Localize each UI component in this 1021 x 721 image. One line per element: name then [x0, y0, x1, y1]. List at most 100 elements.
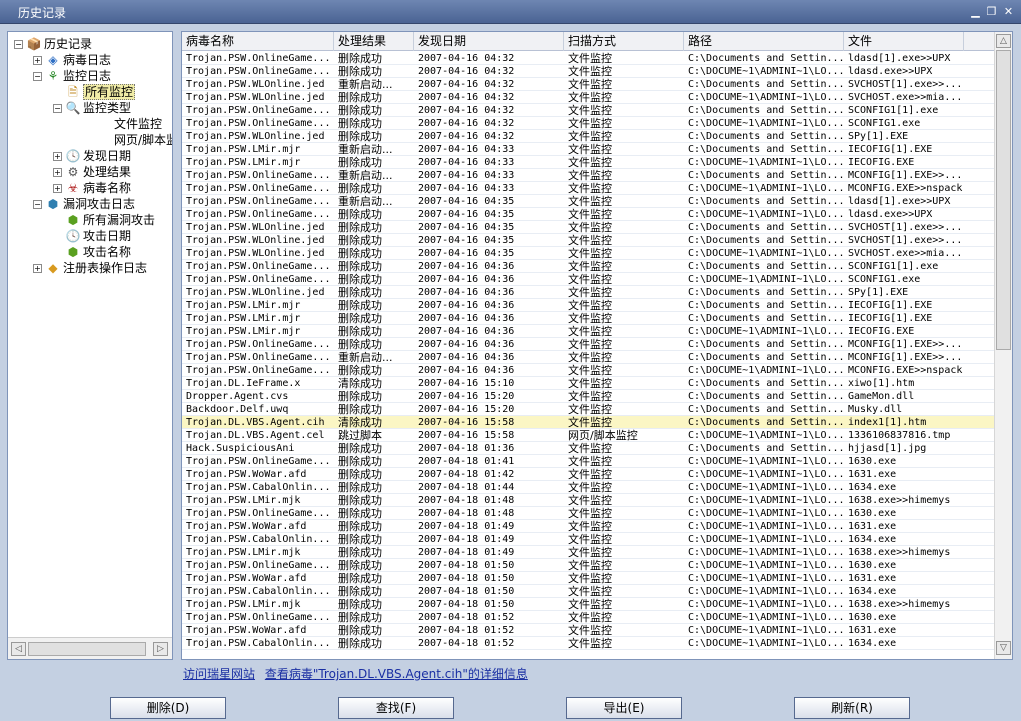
delete-button[interactable]: 删除(D) — [110, 697, 226, 719]
table-row[interactable]: Trojan.PSW.WLOnline.jed 删除成功 2007-04-16 04… — [182, 234, 994, 247]
table-row[interactable]: Trojan.PSW.OnlineGame... 删除成功 2007-04-18 0… — [182, 507, 994, 520]
table-row[interactable]: Trojan.PSW.WLOnline.jed 重新启动... 2007-04-16… — [182, 78, 994, 91]
tree-node[interactable]: + ☣ 病毒名称 — [8, 180, 172, 196]
cell-virus-name: Trojan.PSW.OnlineGame... — [186, 456, 331, 467]
cell-path: C:\DOCUME~1\ADMINI~1\LO... — [688, 625, 845, 636]
table-row[interactable]: Trojan.PSW.WoWar.afd 删除成功 2007-04-18 01:52… — [182, 624, 994, 637]
column-date[interactable]: 发现日期 — [414, 32, 564, 51]
column-path[interactable]: 路径 — [684, 32, 844, 51]
tree-node[interactable]: 网页/脚本监 — [8, 132, 172, 148]
scroll-left-icon[interactable]: ◁ — [11, 642, 26, 656]
tree-node[interactable]: + ◆ 注册表操作日志 — [8, 260, 172, 276]
table-row[interactable]: Trojan.PSW.OnlineGame... 删除成功 2007-04-16 0… — [182, 182, 994, 195]
table-row[interactable]: Trojan.PSW.OnlineGame... 删除成功 2007-04-16 0… — [182, 208, 994, 221]
close-icon[interactable]: ✕ — [1002, 5, 1015, 18]
table-row[interactable]: Trojan.PSW.OnlineGame... 删除成功 2007-04-16 0… — [182, 338, 994, 351]
column-scan-method[interactable]: 扫描方式 — [564, 32, 684, 51]
expand-icon[interactable]: + — [53, 168, 62, 177]
tree-node[interactable]: + ⚙ 处理结果 — [8, 164, 172, 180]
scroll-down-icon[interactable]: ▽ — [996, 641, 1011, 655]
collapse-icon[interactable]: − — [33, 200, 42, 209]
tree-node[interactable]: 文件监控 — [8, 116, 172, 132]
export-button[interactable]: 导出(E) — [566, 697, 682, 719]
tree-node[interactable]: − 🔍 监控类型 — [8, 100, 172, 116]
table-row[interactable]: Trojan.DL.IeFrame.x 清除成功 2007-04-16 15:10 文… — [182, 377, 994, 390]
table-row[interactable]: Trojan.PSW.WLOnline.jed 删除成功 2007-04-16 04… — [182, 91, 994, 104]
table-row[interactable]: Trojan.PSW.CabalOnlin... 删除成功 2007-04-18 0… — [182, 585, 994, 598]
table-row[interactable]: Trojan.PSW.OnlineGame... 删除成功 2007-04-16 0… — [182, 52, 994, 65]
table-row[interactable]: Trojan.PSW.WoWar.afd 删除成功 2007-04-18 01:50… — [182, 572, 994, 585]
scroll-thumb[interactable] — [996, 50, 1011, 350]
view-detail-link[interactable]: 查看病毒"Trojan.DL.VBS.Agent.cih"的详细信息 — [265, 667, 528, 681]
table-row[interactable]: Trojan.PSW.LMir.mjr 删除成功 2007-04-16 04:36 文… — [182, 299, 994, 312]
column-file[interactable]: 文件 — [844, 32, 964, 51]
table-row[interactable]: Backdoor.Delf.uwq 删除成功 2007-04-16 15:20 文件监… — [182, 403, 994, 416]
table-row[interactable]: Hack.SuspiciousAni 删除成功 2007-04-18 01:36 文件… — [182, 442, 994, 455]
table-row[interactable]: Trojan.PSW.OnlineGame... 重新启动... 2007-04-1… — [182, 351, 994, 364]
table-row[interactable]: Trojan.PSW.WoWar.afd 删除成功 2007-04-18 01:42… — [182, 468, 994, 481]
tree-node[interactable]: − 📦 历史记录 — [8, 36, 172, 52]
cell-scan-method: 文件监控 — [568, 299, 612, 312]
table-row[interactable]: Trojan.PSW.LMir.mjk 删除成功 2007-04-18 01:50 文… — [182, 598, 994, 611]
table-row[interactable]: Trojan.PSW.OnlineGame... 删除成功 2007-04-16 0… — [182, 117, 994, 130]
expand-icon[interactable]: + — [33, 56, 42, 65]
collapse-icon[interactable]: − — [14, 40, 23, 49]
expand-icon[interactable]: + — [53, 152, 62, 161]
table-row[interactable]: Dropper.Agent.cvs 删除成功 2007-04-16 15:20 文件监… — [182, 390, 994, 403]
cell-path: C:\DOCUME~1\ADMINI~1\LO... — [688, 430, 845, 441]
collapse-icon[interactable]: − — [33, 72, 42, 81]
table-row[interactable]: Trojan.PSW.LMir.mjr 删除成功 2007-04-16 04:36 文… — [182, 325, 994, 338]
tree-node[interactable]: 🕓 攻击日期 — [8, 228, 172, 244]
scroll-up-icon[interactable]: △ — [996, 34, 1011, 48]
table-row[interactable]: Trojan.PSW.OnlineGame... 删除成功 2007-04-16 0… — [182, 364, 994, 377]
minimize-icon[interactable]: ▁ — [969, 5, 982, 18]
table-row[interactable]: Trojan.PSW.LMir.mjr 重新启动... 2007-04-16 04:… — [182, 143, 994, 156]
tree-node[interactable]: + 🕓 发现日期 — [8, 148, 172, 164]
table-row[interactable]: Trojan.PSW.LMir.mjr 删除成功 2007-04-16 04:33 文… — [182, 156, 994, 169]
tree-node[interactable]: − ⬢ 漏洞攻击日志 — [8, 196, 172, 212]
expand-icon[interactable]: + — [53, 184, 62, 193]
find-button[interactable]: 查找(F) — [338, 697, 454, 719]
table-row[interactable]: Trojan.PSW.WoWar.afd 删除成功 2007-04-18 01:49… — [182, 520, 994, 533]
table-row[interactable]: Trojan.PSW.CabalOnlin... 删除成功 2007-04-18 0… — [182, 533, 994, 546]
tree-node[interactable]: + ◈ 病毒日志 — [8, 52, 172, 68]
table-row[interactable]: Trojan.PSW.OnlineGame... 删除成功 2007-04-18 0… — [182, 559, 994, 572]
table-row[interactable]: Trojan.PSW.OnlineGame... 删除成功 2007-04-16 0… — [182, 260, 994, 273]
table-row[interactable]: Trojan.PSW.WLOnline.jed 删除成功 2007-04-16 04… — [182, 221, 994, 234]
tree-node[interactable]: 🗎 所有监控 — [8, 84, 172, 100]
scroll-thumb[interactable] — [28, 642, 146, 656]
cell-path: C:\Documents and Settin... — [688, 170, 845, 181]
tree-node[interactable]: − ⚘ 监控日志 — [8, 68, 172, 84]
table-row[interactable]: Trojan.PSW.LMir.mjr 删除成功 2007-04-16 04:36 文… — [182, 312, 994, 325]
table-row[interactable]: Trojan.PSW.OnlineGame... 删除成功 2007-04-18 0… — [182, 455, 994, 468]
refresh-button[interactable]: 刷新(R) — [794, 697, 910, 719]
expand-icon[interactable]: + — [33, 264, 42, 273]
scroll-right-icon[interactable]: ▷ — [153, 642, 168, 656]
tree-node[interactable]: ⬢ 所有漏洞攻击 — [8, 212, 172, 228]
table-row[interactable]: Trojan.PSW.WLOnline.jed 删除成功 2007-04-16 04… — [182, 130, 994, 143]
table-row[interactable]: Trojan.PSW.CabalOnlin... 删除成功 2007-04-18 0… — [182, 637, 994, 650]
tree-node-label: 病毒日志 — [63, 53, 112, 67]
visit-site-link[interactable]: 访问瑞星网站 — [183, 667, 255, 681]
table-row[interactable]: Trojan.PSW.LMir.mjk 删除成功 2007-04-18 01:48 文… — [182, 494, 994, 507]
column-virus-name[interactable]: 病毒名称 — [182, 32, 334, 51]
table-row[interactable]: Trojan.PSW.OnlineGame... 删除成功 2007-04-18 0… — [182, 611, 994, 624]
table-row[interactable]: Trojan.DL.VBS.Agent.cih 清除成功 2007-04-16 15… — [182, 416, 994, 429]
attack-name-icon: ⬢ — [67, 245, 79, 259]
tree-horizontal-scrollbar[interactable]: ◁ ▷ — [8, 637, 172, 659]
collapse-icon[interactable]: − — [53, 104, 62, 113]
table-row[interactable]: Trojan.PSW.WLOnline.jed 删除成功 2007-04-16 04… — [182, 247, 994, 260]
tree-node[interactable]: ⬢ 攻击名称 — [8, 244, 172, 260]
table-row[interactable]: Trojan.PSW.OnlineGame... 删除成功 2007-04-16 0… — [182, 273, 994, 286]
table-row[interactable]: Trojan.PSW.CabalOnlin... 删除成功 2007-04-18 0… — [182, 481, 994, 494]
restore-icon[interactable]: ❐ — [985, 5, 998, 18]
column-result[interactable]: 处理结果 — [334, 32, 414, 51]
table-row[interactable]: Trojan.PSW.LMir.mjk 删除成功 2007-04-18 01:49 文… — [182, 546, 994, 559]
table-row[interactable]: Trojan.PSW.OnlineGame... 删除成功 2007-04-16 0… — [182, 104, 994, 117]
table-row[interactable]: Trojan.PSW.OnlineGame... 重新启动... 2007-04-1… — [182, 169, 994, 182]
table-row[interactable]: Trojan.PSW.WLOnline.jed 删除成功 2007-04-16 04… — [182, 286, 994, 299]
list-vertical-scrollbar[interactable]: △ ▽ — [994, 32, 1012, 659]
table-row[interactable]: Trojan.DL.VBS.Agent.cel 跳过脚本 2007-04-16 15… — [182, 429, 994, 442]
table-row[interactable]: Trojan.PSW.OnlineGame... 重新启动... 2007-04-1… — [182, 195, 994, 208]
table-row[interactable]: Trojan.PSW.OnlineGame... 删除成功 2007-04-16 0… — [182, 65, 994, 78]
